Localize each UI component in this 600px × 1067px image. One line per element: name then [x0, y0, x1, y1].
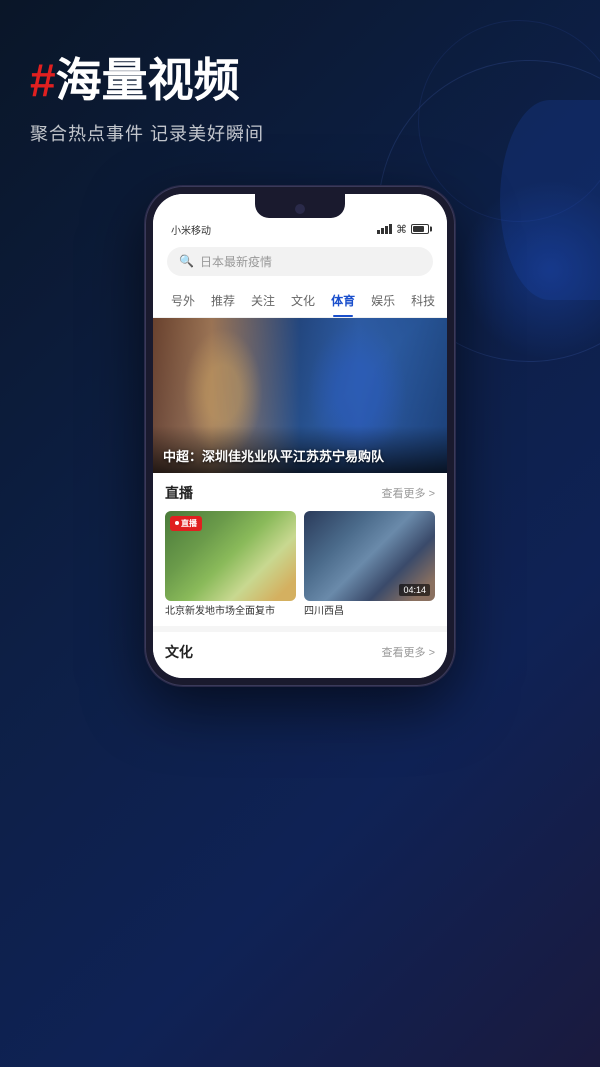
- culture-section-header: 文化 查看更多 >: [165, 642, 435, 662]
- tab-keji[interactable]: 科技: [403, 284, 443, 317]
- live-item-2[interactable]: 04:14 四川西昌: [304, 511, 435, 618]
- header-area: #海量视频 聚合热点事件 记录美好瞬间: [0, 0, 600, 176]
- main-title: #海量视频: [30, 55, 570, 106]
- tab-yule[interactable]: 娱乐: [363, 284, 403, 317]
- tab-tiyu[interactable]: 体育: [323, 284, 363, 317]
- tab-hao-wai[interactable]: 号外: [163, 284, 203, 317]
- live-caption-left: 北京新发地市场全面复市: [165, 605, 296, 618]
- search-bar-container: 🔍 日本最新疫情: [153, 241, 447, 284]
- status-icons: ⌘: [377, 223, 429, 236]
- signal-bar-4: [389, 224, 392, 234]
- tab-guanzhu[interactable]: 关注: [243, 284, 283, 317]
- live-badge-label: 直播: [181, 518, 197, 529]
- culture-more-button[interactable]: 查看更多 >: [382, 644, 435, 660]
- live-grid: 直播 北京新发地市场全面复市 04:14 四川西昌: [165, 511, 435, 618]
- culture-section-title: 文化: [165, 642, 193, 662]
- live-badge-dot: [175, 521, 179, 525]
- subtitle: 聚合热点事件 记录美好瞬间: [30, 120, 570, 146]
- signal-bar-1: [377, 230, 380, 234]
- battery-icon: [411, 224, 429, 234]
- wifi-icon: ⌘: [396, 223, 407, 236]
- hash-symbol: #: [30, 54, 56, 106]
- tab-wenhua[interactable]: 文化: [283, 284, 323, 317]
- carrier-label: 小米移动: [171, 222, 211, 237]
- phone-container: 小米移动 ⌘ 🔍 日本: [0, 186, 600, 686]
- tab-tuijian[interactable]: 推荐: [203, 284, 243, 317]
- hero-title: 中超：深圳佳兆业队平江苏苏宁易购队: [163, 446, 437, 465]
- battery-fill: [413, 226, 424, 232]
- phone-notch: [255, 194, 345, 218]
- hero-image[interactable]: 中超：深圳佳兆业队平江苏苏宁易购队: [153, 318, 447, 473]
- live-thumb-left: 直播: [165, 511, 296, 601]
- live-item-1[interactable]: 直播 北京新发地市场全面复市: [165, 511, 296, 618]
- phone-outer: 小米移动 ⌘ 🔍 日本: [145, 186, 455, 686]
- live-caption-right: 四川西昌: [304, 605, 435, 618]
- live-more-button[interactable]: 查看更多 >: [382, 485, 435, 501]
- live-section-title: 直播: [165, 483, 193, 503]
- live-badge-left: 直播: [170, 516, 202, 531]
- culture-section: 文化 查看更多 >: [153, 632, 447, 678]
- signal-bars-icon: [377, 224, 392, 234]
- phone-screen: 小米移动 ⌘ 🔍 日本: [153, 194, 447, 678]
- search-icon: 🔍: [179, 254, 194, 268]
- search-placeholder-text: 日本最新疫情: [200, 253, 272, 270]
- search-input-wrap[interactable]: 🔍 日本最新疫情: [167, 247, 433, 276]
- live-section-header: 直播 查看更多 >: [165, 483, 435, 503]
- time-badge: 04:14: [399, 584, 430, 596]
- signal-bar-3: [385, 226, 388, 234]
- signal-bar-2: [381, 228, 384, 234]
- live-thumb-right: 04:14: [304, 511, 435, 601]
- live-section: 直播 查看更多 > 直播 北京新发地市场全面复市: [153, 473, 447, 626]
- nav-tabs-bar: 号外 推荐 关注 文化 体育 娱乐 科技 ≡: [153, 284, 447, 318]
- hero-overlay: 中超：深圳佳兆业队平江苏苏宁易购队: [153, 426, 447, 473]
- nav-menu-icon[interactable]: ≡: [443, 284, 447, 316]
